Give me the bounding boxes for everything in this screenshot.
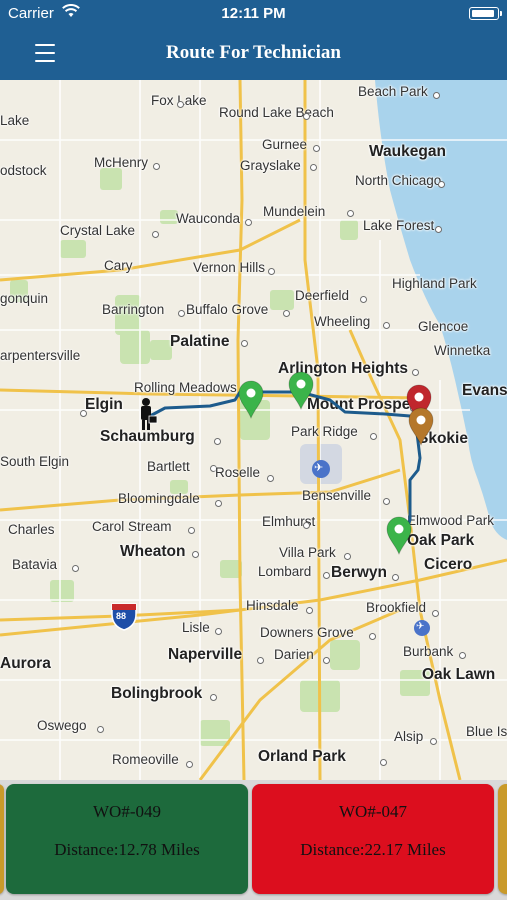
work-order-pin-icon[interactable] (238, 380, 264, 420)
work-order-id: WO#-049 (93, 802, 161, 821)
page-title: Route For Technician (166, 42, 341, 63)
navigation-bar: Route For Technician (0, 28, 507, 80)
status-time: 12:11 PM (221, 5, 286, 22)
work-order-card[interactable]: WO#-049 Distance:12.78 Miles (6, 784, 248, 894)
marker-layer (141, 371, 434, 556)
work-order-carousel[interactable]: WO#-049 Distance:12.78 Miles WO#-047 Dis… (0, 780, 507, 900)
work-order-distance: Distance:12.78 Miles (54, 840, 200, 859)
work-order-pin-icon[interactable] (408, 407, 434, 447)
work-order-card[interactable]: WO#-047 Distance:22.17 Miles (252, 784, 494, 894)
airport-icon: ✈ (314, 462, 324, 474)
work-order-distance: Distance:22.17 Miles (300, 840, 446, 859)
battery-icon (469, 7, 502, 20)
work-order-id: WO#-047 (339, 802, 407, 821)
work-order-card-partial-left[interactable] (0, 784, 4, 894)
technician-location-icon[interactable] (141, 398, 158, 430)
highway-shield-label: 88 (116, 611, 127, 621)
work-order-card-partial-right[interactable] (498, 784, 507, 894)
status-bar: Carrier 12:11 PM (0, 0, 507, 28)
airport-icon: ✈ (416, 621, 425, 632)
work-order-pin-icon[interactable] (288, 371, 314, 411)
route-map[interactable]: Fox Lake Round Lake Beach Beach Park Lake Gu… (0, 80, 507, 780)
work-order-pin-icon[interactable] (386, 516, 412, 556)
